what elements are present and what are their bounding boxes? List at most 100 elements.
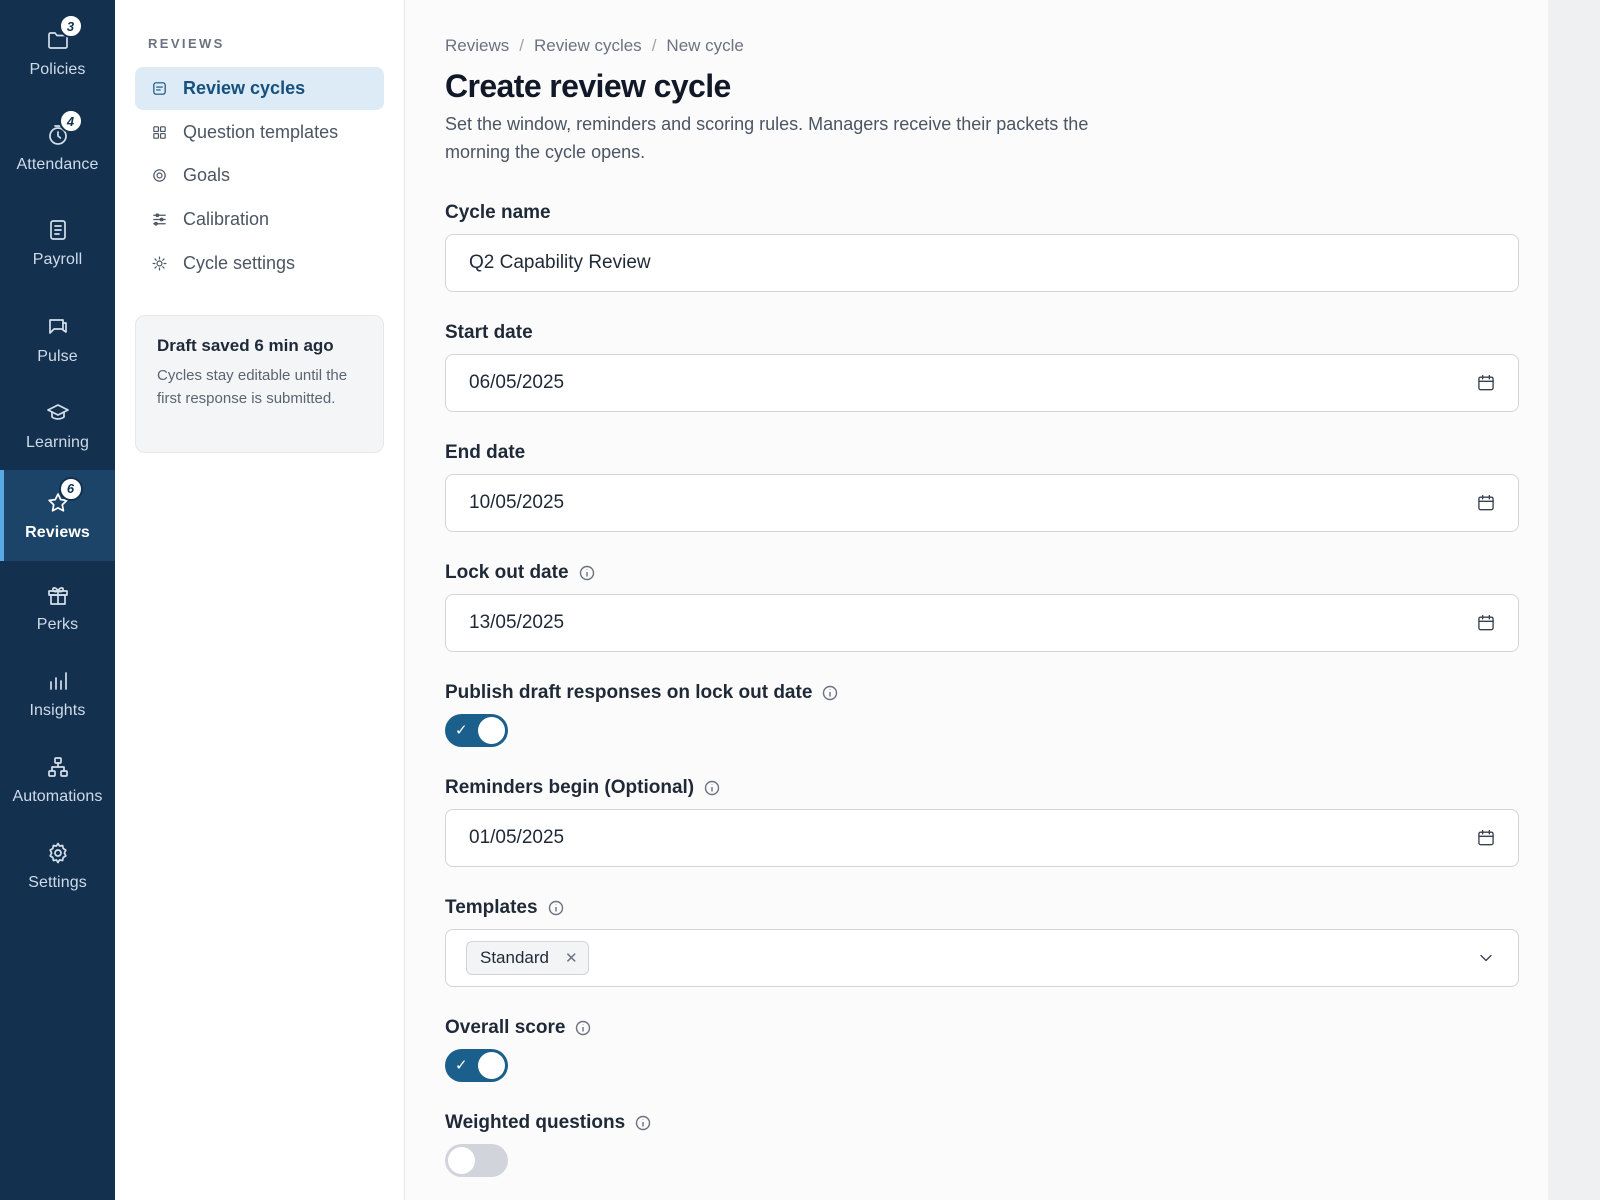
rail-item-automations[interactable]: Automations [0, 737, 115, 823]
folder-icon: 3 [45, 14, 83, 53]
app-rail: 3 Policies 4 Attendance Payroll Pulse Le… [0, 0, 115, 1200]
templates-selected-list: Standard ✕ [466, 941, 1476, 975]
rail-item-reviews[interactable]: 6 Reviews [0, 470, 115, 561]
gear-icon [45, 840, 71, 866]
main-content: Reviews / Review cycles / New cycle Crea… [405, 0, 1548, 1200]
cycle-name-label: Cycle name [445, 202, 551, 224]
check-icon: ✓ [455, 722, 468, 739]
lock-out-date-label: Lock out date [445, 562, 595, 584]
rail-item-label: Policies [29, 61, 86, 78]
overall-score-toggle[interactable]: ✓ [445, 1049, 508, 1082]
rail-item-insights[interactable]: Insights [0, 651, 115, 737]
subnav-item-label: Review cycles [183, 78, 306, 98]
end-date-label: End date [445, 442, 525, 464]
publish-drafts-label-text: Publish draft responses on lock out date [445, 682, 813, 703]
breadcrumb-current: New cycle [666, 36, 744, 55]
sun-gear-icon [150, 255, 168, 273]
calendar-icon[interactable] [1476, 493, 1496, 513]
reminders-begin-value: 01/05/2025 [469, 827, 565, 848]
rail-item-settings[interactable]: Settings [0, 823, 115, 909]
section-sidebar: REVIEWS Review cycles Question templates… [115, 0, 405, 1200]
breadcrumb-separator: / [519, 36, 524, 55]
draft-status-body: Cycles stay editable until the first res… [157, 367, 348, 407]
end-date-value: 10/05/2025 [469, 492, 565, 513]
reminders-begin-label-text: Reminders begin (Optional) [445, 777, 695, 798]
info-icon[interactable] [822, 685, 838, 701]
rail-item-label: Learning [25, 434, 90, 451]
start-date-label-text: Start date [445, 322, 533, 343]
toggle-knob [478, 1052, 505, 1079]
rail-item-attendance[interactable]: 4 Attendance [0, 105, 115, 191]
grid-icon [150, 124, 168, 142]
list-doc-icon [150, 80, 168, 98]
page-subtitle: Set the window, reminders and scoring ru… [445, 114, 1089, 162]
rail-item-learning[interactable]: Learning [0, 383, 115, 469]
draft-status-title: Draft saved 6 min ago [157, 336, 334, 355]
subnav-item-question-templates[interactable]: Question templates [135, 111, 384, 154]
info-icon[interactable] [579, 565, 595, 581]
calendar-icon[interactable] [1476, 828, 1496, 848]
star-icon: 6 [45, 476, 83, 516]
sliders-icon [150, 211, 168, 229]
calendar-icon[interactable] [1476, 373, 1496, 393]
info-icon[interactable] [548, 900, 564, 916]
templates-label-text: Templates [445, 897, 538, 918]
info-icon[interactable] [635, 1115, 651, 1131]
info-icon[interactable] [575, 1020, 591, 1036]
publish-drafts-toggle[interactable]: ✓ [445, 714, 508, 747]
template-chip-label: Standard [480, 948, 549, 967]
weighted-questions-toggle[interactable] [445, 1144, 508, 1177]
remove-chip-icon[interactable]: ✕ [565, 949, 578, 967]
graduation-cap-icon [45, 400, 71, 426]
rail-item-label: Automations [12, 788, 103, 805]
publish-drafts-label: Publish draft responses on lock out date [445, 682, 838, 704]
subnav-item-label: Question templates [183, 122, 339, 142]
subnav-item-calibration[interactable]: Calibration [135, 198, 384, 241]
rail-item-perks[interactable]: Perks [0, 565, 115, 651]
page-title: Create review cycle [445, 68, 731, 104]
templates-select[interactable]: Standard ✕ [445, 929, 1519, 987]
subnav-item-review-cycles[interactable]: Review cycles [135, 67, 384, 110]
gift-icon [45, 582, 71, 608]
overall-score-label: Overall score [445, 1017, 591, 1039]
breadcrumb-separator: / [651, 36, 657, 55]
rail-item-label: Pulse [37, 348, 78, 365]
rail-item-label: Settings [28, 874, 87, 891]
breadcrumb-reviews[interactable]: Reviews [445, 36, 509, 56]
end-date-input[interactable]: 10/05/2025 [445, 474, 1519, 532]
weighted-questions-label: Weighted questions [445, 1112, 651, 1134]
start-date-label: Start date [445, 322, 533, 344]
end-date-label-text: End date [445, 442, 526, 463]
subnav-item-cycle-settings[interactable]: Cycle settings [135, 242, 384, 285]
notification-badge: 4 [58, 109, 83, 133]
document-icon [45, 217, 71, 243]
lock-out-date-input[interactable]: 13/05/2025 [445, 594, 1519, 652]
start-date-input[interactable]: 06/05/2025 [445, 354, 1519, 412]
lock-out-date-value: 13/05/2025 [469, 612, 565, 633]
rail-item-label: Reviews [25, 523, 90, 541]
rail-item-label: Attendance [16, 156, 99, 173]
toggle-knob [478, 717, 505, 744]
cycle-name-input[interactable]: Q2 Capability Review [445, 234, 1519, 292]
reminders-begin-input[interactable]: 01/05/2025 [445, 809, 1519, 867]
breadcrumb: Reviews / Review cycles / New cycle [445, 36, 744, 56]
subnav-item-label: Goals [183, 165, 231, 185]
bar-chart-icon [45, 668, 71, 694]
start-date-value: 06/05/2025 [469, 372, 565, 393]
rail-item-payroll[interactable]: Payroll [0, 200, 115, 286]
calendar-icon[interactable] [1476, 613, 1496, 633]
rail-item-label: Payroll [32, 251, 83, 268]
page-gutter [1548, 0, 1600, 1200]
subnav-item-goals[interactable]: Goals [135, 154, 384, 197]
rail-item-pulse[interactable]: Pulse [0, 297, 115, 383]
rail-item-policies[interactable]: 3 Policies [0, 10, 115, 96]
cycle-name-value: Q2 Capability Review [469, 252, 651, 273]
chevron-down-icon[interactable] [1476, 948, 1496, 968]
info-icon[interactable] [704, 780, 720, 796]
chat-flag-icon [45, 314, 71, 340]
flow-icon [45, 754, 71, 780]
notification-badge: 6 [58, 476, 83, 501]
breadcrumb-review-cycles[interactable]: Review cycles [534, 36, 642, 56]
reminders-begin-label: Reminders begin (Optional) [445, 777, 720, 799]
section-title: REVIEWS [148, 36, 225, 51]
